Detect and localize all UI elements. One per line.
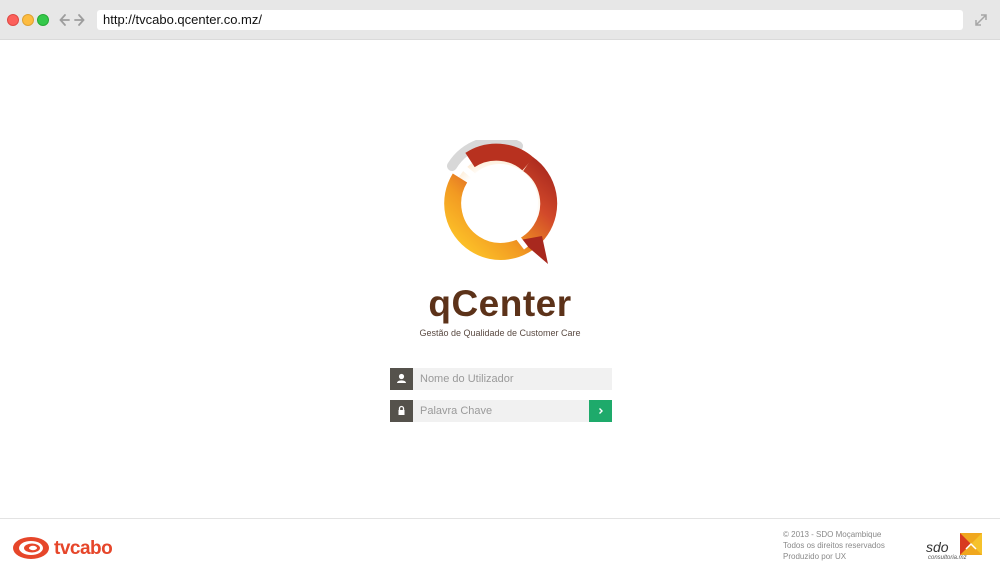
address-bar[interactable]: http://tvcabo.qcenter.co.mz/ <box>97 10 963 30</box>
chevron-right-icon <box>599 408 603 414</box>
fullscreen-button[interactable] <box>973 12 989 28</box>
copyright-text: © 2013 - SDO Moçambique Todos os direito… <box>783 529 885 562</box>
login-submit-button[interactable] <box>589 400 612 422</box>
lock-icon <box>390 400 413 422</box>
produced-by-line: Produzido por UX <box>783 552 847 561</box>
expand-icon <box>975 14 987 26</box>
tvcabo-logo-text: tvcabo <box>54 538 113 559</box>
page-footer: tvcabo © 2013 - SDO Moçambique Todos os … <box>0 518 1000 583</box>
user-icon <box>390 368 413 390</box>
password-input[interactable] <box>420 400 570 422</box>
app-tagline: Gestão de Qualidade de Customer Care <box>419 328 581 338</box>
username-field <box>390 368 612 390</box>
tvcabo-swirl-icon <box>13 537 49 559</box>
close-window-button[interactable] <box>7 14 19 26</box>
sdo-logo-text: sdo <box>926 539 949 555</box>
sdo-logo-subtext: consultoria.mz <box>928 555 967 561</box>
sdo-emblem-icon <box>960 533 982 555</box>
password-field <box>390 400 612 422</box>
copyright-line: © 2013 - SDO Moçambique <box>783 530 882 539</box>
minimize-window-button[interactable] <box>22 14 34 26</box>
arrow-right-icon <box>74 14 85 26</box>
tvcabo-logo: tvcabo <box>12 535 113 565</box>
sdo-logo: sdo consultoria.mz <box>926 533 984 565</box>
browser-toolbar: http://tvcabo.qcenter.co.mz/ <box>0 0 1000 40</box>
app-brand-name: qCenter <box>428 283 572 324</box>
forward-button[interactable] <box>72 11 88 29</box>
qcenter-logo <box>430 136 570 270</box>
maximize-window-button[interactable] <box>37 14 49 26</box>
rights-line: Todos os direitos reservados <box>783 541 885 550</box>
username-input[interactable] <box>420 368 570 390</box>
